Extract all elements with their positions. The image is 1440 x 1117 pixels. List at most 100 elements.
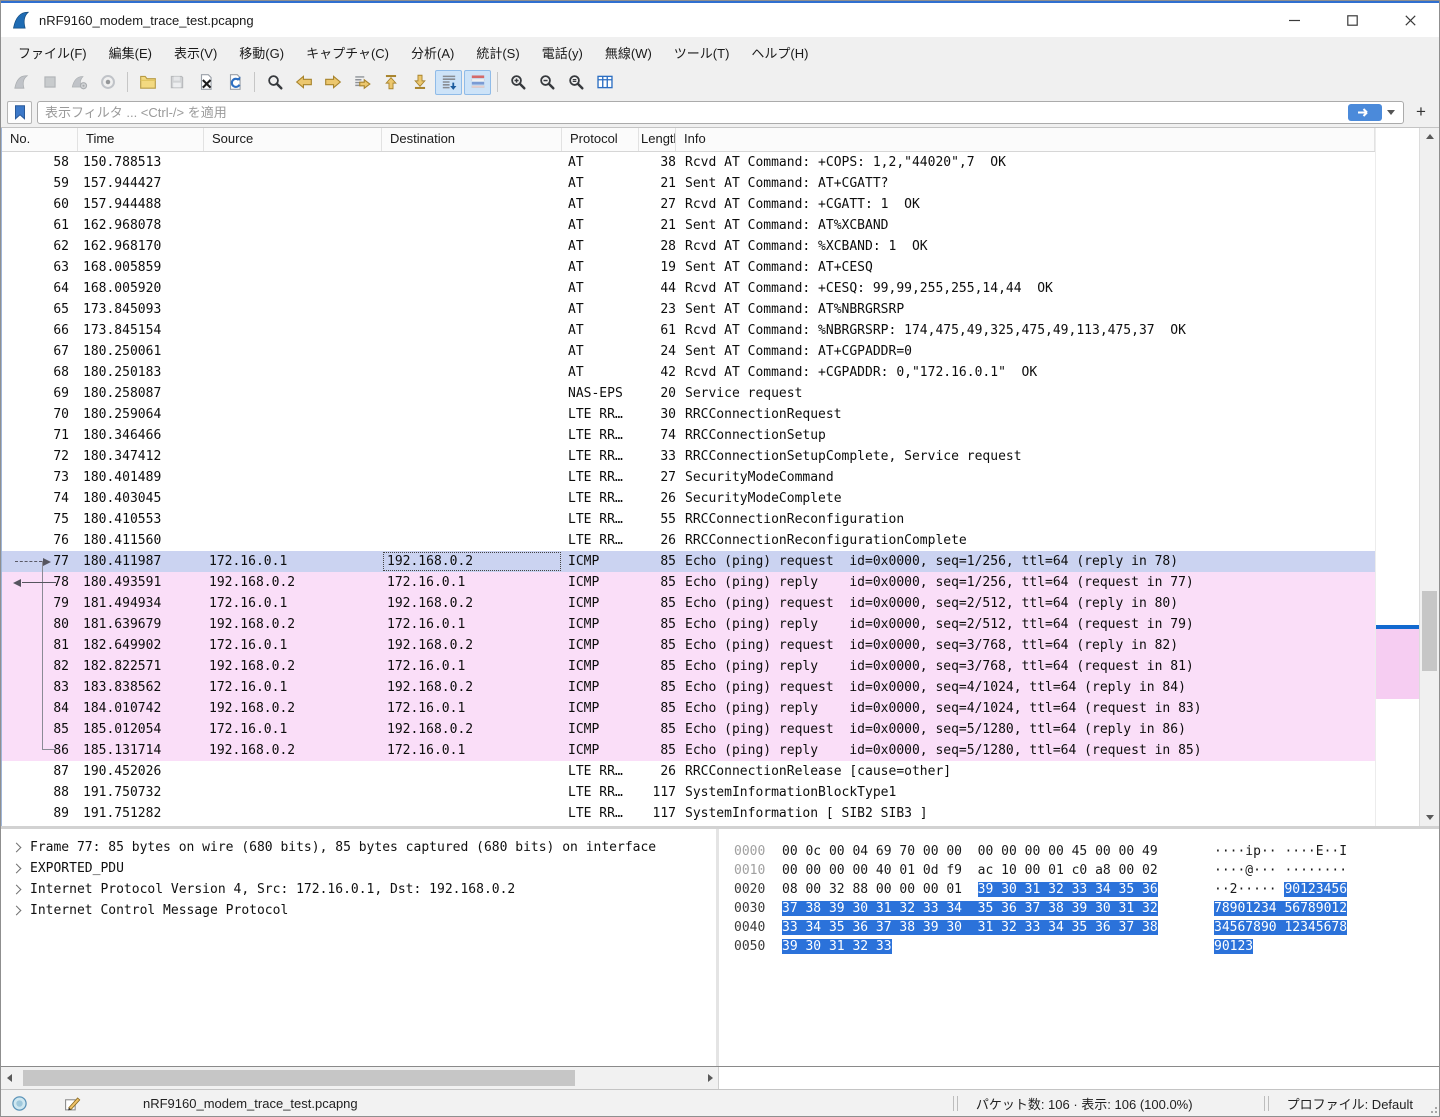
- resize-columns-button[interactable]: [591, 70, 618, 95]
- scroll-down-button[interactable]: [1420, 809, 1439, 826]
- menu-item-capture[interactable]: キャプチャ(C): [295, 39, 400, 66]
- packet-row-65[interactable]: 65173.845093AT23Sent AT Command: AT%NBRG…: [2, 299, 1375, 320]
- column-header-source[interactable]: Source: [204, 128, 382, 151]
- resize-grip[interactable]: [1427, 1090, 1439, 1116]
- packet-row-78[interactable]: 78180.493591192.168.0.2172.16.0.1ICMP85E…: [2, 572, 1375, 593]
- packet-row-76[interactable]: 76180.411560LTE RR…26RRCConnectionReconf…: [2, 530, 1375, 551]
- reload-file-button[interactable]: [221, 70, 248, 95]
- packet-row-73[interactable]: 73180.401489LTE RR…27SecurityModeCommand: [2, 467, 1375, 488]
- colorize-button[interactable]: [464, 70, 491, 95]
- h-scrollbar-thumb[interactable]: [23, 1070, 575, 1086]
- packet-row-80[interactable]: 80181.639679192.168.0.2172.16.0.1ICMP85E…: [2, 614, 1375, 635]
- column-header-no[interactable]: No.: [2, 128, 78, 151]
- detail-row-3[interactable]: Internet Control Message Protocol: [9, 900, 716, 921]
- display-filter-input[interactable]: [38, 102, 1348, 123]
- detail-row-1[interactable]: EXPORTED_PDU: [9, 858, 716, 879]
- detail-row-0[interactable]: Frame 77: 85 bytes on wire (680 bits), 8…: [9, 837, 716, 858]
- hex-line-0040[interactable]: 004033 34 35 36 37 38 39 30 31 32 33 34 …: [734, 918, 1439, 937]
- minimize-button[interactable]: [1265, 3, 1323, 37]
- profile-text[interactable]: プロファイル: Default: [1271, 1094, 1427, 1113]
- scrollbar-thumb[interactable]: [1422, 591, 1437, 671]
- packet-row-86[interactable]: 86185.131714192.168.0.2172.16.0.1ICMP85E…: [2, 740, 1375, 761]
- hex-line-0030[interactable]: 003037 38 39 30 31 32 33 34 35 36 37 38 …: [734, 899, 1439, 918]
- capture-comment-icon[interactable]: [64, 1095, 81, 1112]
- column-header-time[interactable]: Time: [78, 128, 204, 151]
- menu-item-go[interactable]: 移動(G): [228, 39, 295, 66]
- packet-row-68[interactable]: 68180.250183AT42Rcvd AT Command: +CGPADD…: [2, 362, 1375, 383]
- packet-row-77[interactable]: 77180.411987172.16.0.1192.168.0.2ICMP85E…: [2, 551, 1375, 572]
- column-header-length[interactable]: Length: [639, 128, 676, 151]
- packet-row-70[interactable]: 70180.259064LTE RR…30RRCConnectionReques…: [2, 404, 1375, 425]
- menu-item-analyze[interactable]: 分析(A): [400, 39, 465, 66]
- packet-row-63[interactable]: 63168.005859AT19Sent AT Command: AT+CESQ: [2, 257, 1375, 278]
- menu-item-edit[interactable]: 編集(E): [98, 39, 163, 66]
- packet-row-59[interactable]: 59157.944427AT21Sent AT Command: AT+CGAT…: [2, 173, 1375, 194]
- packet-row-87[interactable]: 87190.452026LTE RR…26RRCConnectionReleas…: [2, 761, 1375, 782]
- packet-row-79[interactable]: 79181.494934172.16.0.1192.168.0.2ICMP85E…: [2, 593, 1375, 614]
- menu-item-file[interactable]: ファイル(F): [7, 39, 98, 66]
- detail-horizontal-scrollbar[interactable]: [1, 1067, 719, 1089]
- go-last-button[interactable]: [406, 70, 433, 95]
- hex-line-0050[interactable]: 005039 30 31 32 3390123: [734, 937, 1439, 956]
- packet-time: 182.649902: [78, 635, 204, 656]
- menu-item-telephony[interactable]: 電話(y): [531, 39, 594, 66]
- packet-row-89[interactable]: 89191.751282LTE RR…117SystemInformation …: [2, 803, 1375, 824]
- packet-row-60[interactable]: 60157.944488AT27Rcvd AT Command: +CGATT:…: [2, 194, 1375, 215]
- expert-info-icon[interactable]: [11, 1095, 28, 1112]
- close-button[interactable]: [1381, 3, 1439, 37]
- go-first-button[interactable]: [377, 70, 404, 95]
- menu-item-view[interactable]: 表示(V): [163, 39, 228, 66]
- go-forward-button[interactable]: [319, 70, 346, 95]
- scroll-left-button[interactable]: [1, 1067, 17, 1089]
- hex-line-0000[interactable]: 000000 0c 00 04 69 70 00 00 00 00 00 00 …: [734, 842, 1439, 861]
- expand-chevron-icon[interactable]: [12, 843, 22, 853]
- packet-row-61[interactable]: 61162.968078AT21Sent AT Command: AT%XCBA…: [2, 215, 1375, 236]
- zoom-out-button[interactable]: [533, 70, 560, 95]
- packet-row-71[interactable]: 71180.346466LTE RR…74RRCConnectionSetup: [2, 425, 1375, 446]
- column-header-protocol[interactable]: Protocol: [562, 128, 639, 151]
- go-back-button[interactable]: [290, 70, 317, 95]
- menu-item-wireless[interactable]: 無線(W): [594, 39, 663, 66]
- open-file-button[interactable]: [134, 70, 161, 95]
- menu-item-tools[interactable]: ツール(T): [663, 39, 741, 66]
- zoom-reset-button[interactable]: [562, 70, 589, 95]
- packet-row-88[interactable]: 88191.750732LTE RR…117SystemInformationB…: [2, 782, 1375, 803]
- go-to-packet-button[interactable]: [348, 70, 375, 95]
- column-header-destination[interactable]: Destination: [382, 128, 562, 151]
- packet-row-74[interactable]: 74180.403045LTE RR…26SecurityModeComplet…: [2, 488, 1375, 509]
- packet-row-84[interactable]: 84184.010742192.168.0.2172.16.0.1ICMP85E…: [2, 698, 1375, 719]
- filter-expression-dropdown[interactable]: [1382, 104, 1400, 121]
- maximize-button[interactable]: [1323, 3, 1381, 37]
- apply-filter-button[interactable]: [1348, 104, 1382, 121]
- scroll-right-button[interactable]: [702, 1067, 718, 1089]
- menu-item-statistics[interactable]: 統計(S): [465, 39, 530, 66]
- hex-line-0010[interactable]: 001000 00 00 00 40 01 0d f9 ac 10 00 01 …: [734, 861, 1439, 880]
- auto-scroll-button[interactable]: [435, 70, 462, 95]
- detail-row-2[interactable]: Internet Protocol Version 4, Src: 172.16…: [9, 879, 716, 900]
- packet-row-75[interactable]: 75180.410553LTE RR…55RRCConnectionReconf…: [2, 509, 1375, 530]
- zoom-in-button[interactable]: [504, 70, 531, 95]
- expand-chevron-icon[interactable]: [12, 906, 22, 916]
- packet-row-72[interactable]: 72180.347412LTE RR…33RRCConnectionSetupC…: [2, 446, 1375, 467]
- packet-list-scrollbar[interactable]: [1419, 128, 1439, 826]
- packet-row-69[interactable]: 69180.258087NAS-EPS20Service request: [2, 383, 1375, 404]
- add-filter-button[interactable]: +: [1409, 101, 1433, 124]
- hex-line-0020[interactable]: 002008 00 32 88 00 00 00 01 39 30 31 32 …: [734, 880, 1439, 899]
- packet-row-58[interactable]: 58150.788513AT38Rcvd AT Command: +COPS: …: [2, 152, 1375, 173]
- expand-chevron-icon[interactable]: [12, 885, 22, 895]
- packet-row-64[interactable]: 64168.005920AT44Rcvd AT Command: +CESQ: …: [2, 278, 1375, 299]
- packet-row-66[interactable]: 66173.845154AT61Rcvd AT Command: %NBRGRS…: [2, 320, 1375, 341]
- packet-row-81[interactable]: 81182.649902172.16.0.1192.168.0.2ICMP85E…: [2, 635, 1375, 656]
- column-header-info[interactable]: Info: [676, 128, 1375, 151]
- scroll-up-button[interactable]: [1420, 128, 1439, 145]
- filter-bookmark-button[interactable]: [7, 101, 32, 124]
- menu-item-help[interactable]: ヘルプ(H): [740, 39, 819, 66]
- expand-chevron-icon[interactable]: [12, 864, 22, 874]
- packet-row-62[interactable]: 62162.968170AT28Rcvd AT Command: %XCBAND…: [2, 236, 1375, 257]
- packet-row-82[interactable]: 82182.822571192.168.0.2172.16.0.1ICMP85E…: [2, 656, 1375, 677]
- packet-row-67[interactable]: 67180.250061AT24Sent AT Command: AT+CGPA…: [2, 341, 1375, 362]
- close-file-button[interactable]: [192, 70, 219, 95]
- packet-row-83[interactable]: 83183.838562172.16.0.1192.168.0.2ICMP85E…: [2, 677, 1375, 698]
- find-packet-button[interactable]: [261, 70, 288, 95]
- packet-row-85[interactable]: 85185.012054172.16.0.1192.168.0.2ICMP85E…: [2, 719, 1375, 740]
